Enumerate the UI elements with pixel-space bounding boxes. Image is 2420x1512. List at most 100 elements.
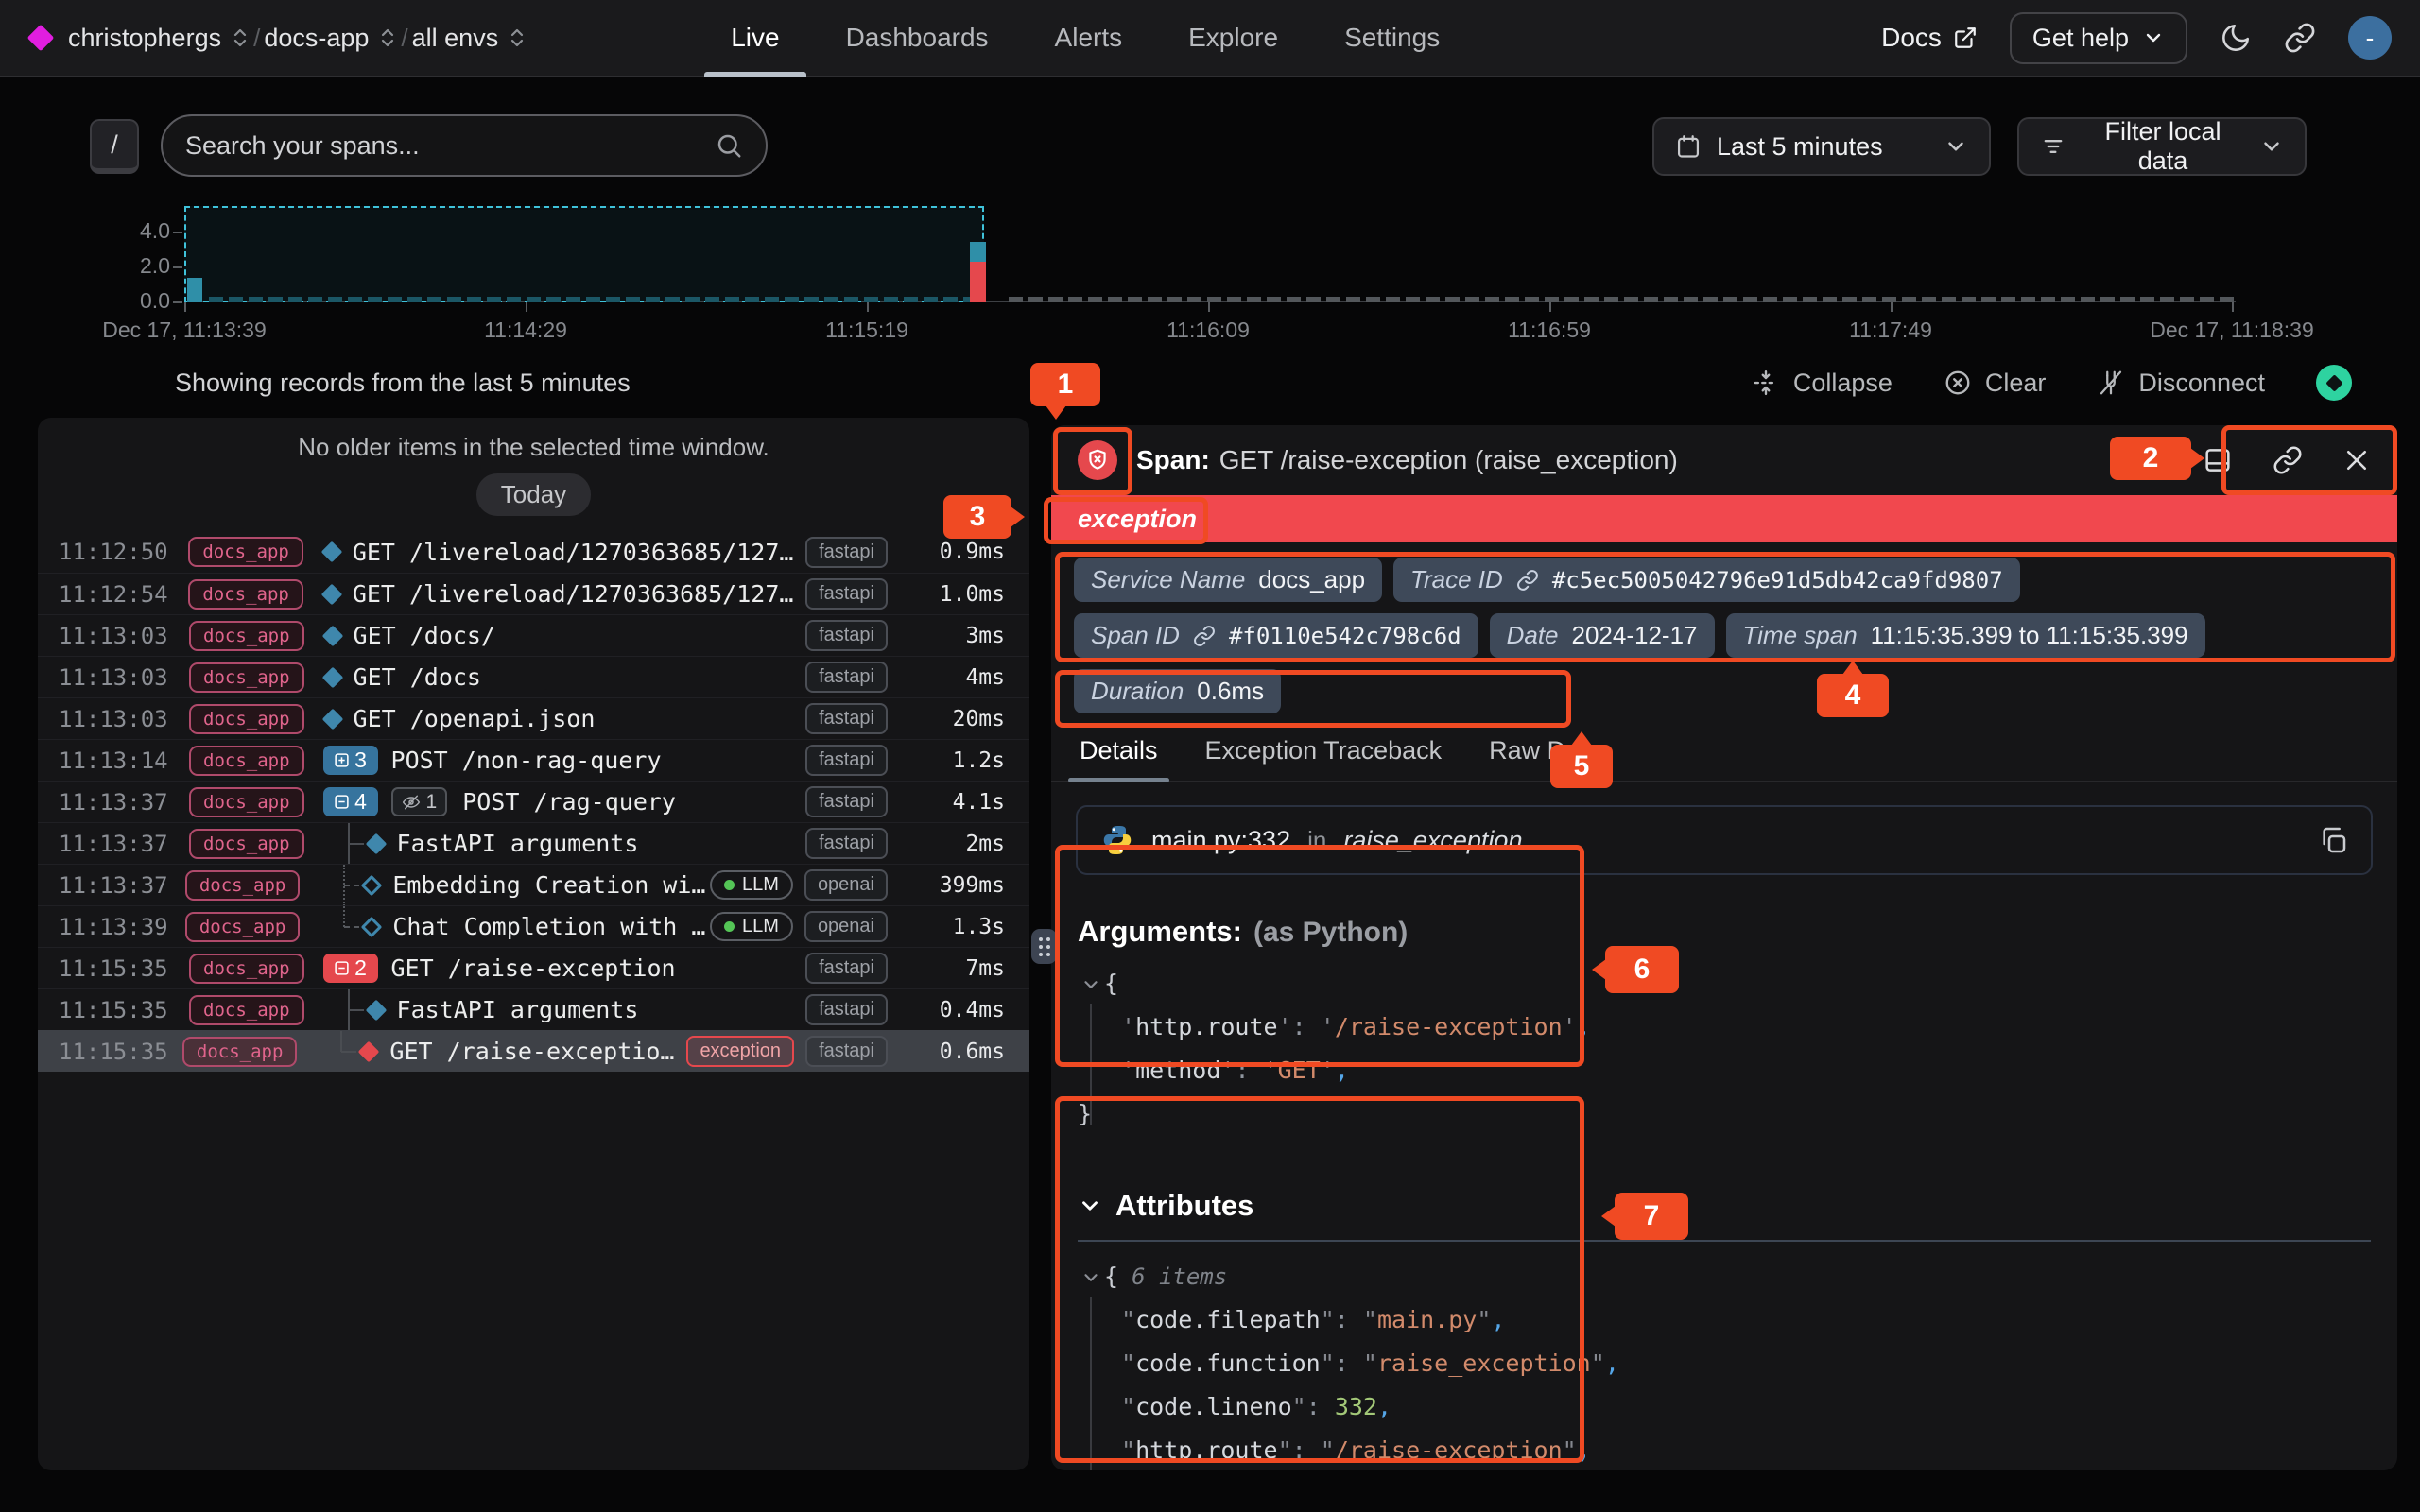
python-icon [1100,823,1134,857]
span-list-row[interactable]: 11:13:14docs_app3POST /non-rag-queryfast… [38,739,1029,781]
span-list-row[interactable]: 11:13:03docs_appGET /openapi.jsonfastapi… [38,697,1029,739]
time-range-label: Last 5 minutes [1717,132,1883,162]
breadcrumb-item-docs-app[interactable]: docs-app [264,24,397,53]
nav-tab-explore[interactable]: Explore [1183,0,1284,77]
span-duration: 399ms [905,873,1029,898]
main-nav-tabs: Live Dashboards Alerts Explore Settings [725,0,1445,77]
docs-link[interactable]: Docs [1881,23,1978,53]
user-avatar[interactable]: - [2348,16,2392,60]
children-count-badge[interactable]: 4 [323,787,378,816]
panel-resize-handle[interactable] [1031,929,1057,964]
items-count-note: 6 items [1132,1263,1227,1290]
chart-bar [1962,297,1976,302]
collapse-caret-icon[interactable] [1078,1267,1104,1288]
span-title-label: Span: [1136,445,1210,474]
share-link-icon[interactable] [2284,22,2316,54]
code-token: ' [1121,1057,1135,1084]
span-list-row[interactable]: 11:13:03docs_appGET /docs/fastapi3ms [38,614,1029,656]
span-list-row[interactable]: 11:12:50docs_appGET /livereload/12703636… [38,531,1029,573]
service-tag: fastapi [805,994,888,1025]
chart-bar [1128,297,1142,302]
chart-bar [705,297,719,302]
chart-bar [268,297,283,302]
chart-bar [507,297,521,302]
metadata-chip-trace-id[interactable]: Trace ID#c5ec5005042796e91d5db42ca9fd980… [1393,558,2020,602]
service-tag: fastapi [805,578,888,610]
chart-bar [2001,297,2015,302]
clear-button[interactable]: Clear [1944,369,2047,398]
dark-mode-moon-icon[interactable] [2220,22,2252,54]
detail-tab-raw-data[interactable]: Raw Data [1487,730,1603,781]
x-axis-tick [867,302,869,312]
children-count-badge[interactable]: 2 [323,954,378,983]
nav-tab-dashboards[interactable]: Dashboards [840,0,994,77]
span-duration: 0.9ms [905,540,1029,564]
chart-bar [388,297,402,302]
metadata-chip-service-name: Service Namedocs_app [1074,558,1382,602]
span-list-row[interactable]: 11:15:35docs_appGET /raise-exception …ex… [38,1030,1029,1072]
code-token: " [1321,1436,1335,1464]
span-list-row[interactable]: 11:13:03docs_appGET /docsfastapi4ms [38,656,1029,697]
chart-bar [1743,297,1757,302]
chart-bar [1366,297,1380,302]
dock-panel-icon[interactable] [2203,445,2233,475]
chart-bar [1485,297,1499,302]
get-help-button[interactable]: Get help [2010,12,2187,64]
nav-tab-live[interactable]: Live [725,0,785,77]
copy-link-icon[interactable] [2273,445,2303,475]
code-key: code.lineno [1135,1393,1292,1420]
hidden-spans-badge[interactable]: 1 [391,787,448,816]
detail-tab-exception-traceback[interactable]: Exception Traceback [1203,730,1444,781]
collapse-button[interactable]: Collapse [1752,369,1893,398]
row-timestamp: 11:12:50 [38,539,188,565]
time-range-dropdown[interactable]: Last 5 minutes [1652,117,1991,176]
span-list-row[interactable]: 11:15:35docs_app2GET /raise-exceptionfas… [38,947,1029,988]
up-down-chevron-icon [231,26,250,49]
detail-tab-details[interactable]: Details [1078,730,1160,781]
nav-tab-settings[interactable]: Settings [1339,0,1445,77]
y-axis-label: 4.0 [95,218,170,244]
span-list-row[interactable]: 11:15:35docs_appFastAPI argumentsfastapi… [38,988,1029,1030]
filter-dropdown[interactable]: Filter local data [2017,117,2307,176]
chart-bar [1068,297,1082,302]
chevron-down-icon[interactable] [1078,1194,1102,1218]
nav-tab-alerts[interactable]: Alerts [1049,0,1129,77]
external-link-icon [1953,26,1978,50]
chart-bar [1942,297,1956,302]
chart-bar [924,297,938,302]
span-list-row[interactable]: 11:13:37docs_app41POST /rag-queryfastapi… [38,781,1029,822]
app-tag: docs_app [189,746,304,776]
code-token: : [1335,1306,1363,1333]
chart-bar [1564,297,1579,302]
close-icon[interactable] [2342,446,2371,474]
chart-bar [2140,297,2154,302]
breadcrumb-item-christophergs[interactable]: christophergs [68,24,250,53]
today-button[interactable]: Today [476,473,591,516]
span-list-row[interactable]: 11:13:37docs_appEmbedding Creation wit…L… [38,864,1029,905]
chart-bar [2041,297,2055,302]
chart-bar [467,297,481,302]
span-list-row[interactable]: 11:13:39docs_appChat Completion with '…L… [38,905,1029,947]
chart-bar [229,297,243,302]
disconnect-button[interactable]: Disconnect [2097,369,2265,398]
copy-icon[interactable] [2318,825,2348,855]
span-duration: 20ms [905,707,1029,731]
llm-label: LLM [742,916,779,937]
breadcrumb-item-all-envs[interactable]: all envs [412,24,527,53]
chart-selection-window[interactable] [184,206,984,302]
live-status-indicator [2316,365,2352,401]
timeline-histogram: 4.02.00.0 Dec 17, 11:13:3911:14:2911:15:… [0,200,2420,352]
search-input[interactable] [185,131,715,161]
span-list-row[interactable]: 11:12:54docs_appGET /livereload/12703636… [38,573,1029,614]
top-nav: christophergs/docs-app/all envs LiveDash… [0,0,2420,77]
row-timestamp: 11:13:14 [38,747,189,774]
children-count-badge[interactable]: 3 [323,746,378,775]
chart-bar [1187,297,1201,302]
collapse-caret-icon[interactable] [1078,974,1104,995]
chevron-down-icon [2142,26,2165,49]
service-tag: fastapi [805,1036,888,1067]
chart-bar [1465,297,1479,302]
span-list-row[interactable]: 11:13:37docs_appFastAPI argumentsfastapi… [38,822,1029,864]
metadata-chip-span-id[interactable]: Span ID#f0110e542c798c6d [1074,613,1478,658]
chip-label: Time span [1743,621,1858,650]
